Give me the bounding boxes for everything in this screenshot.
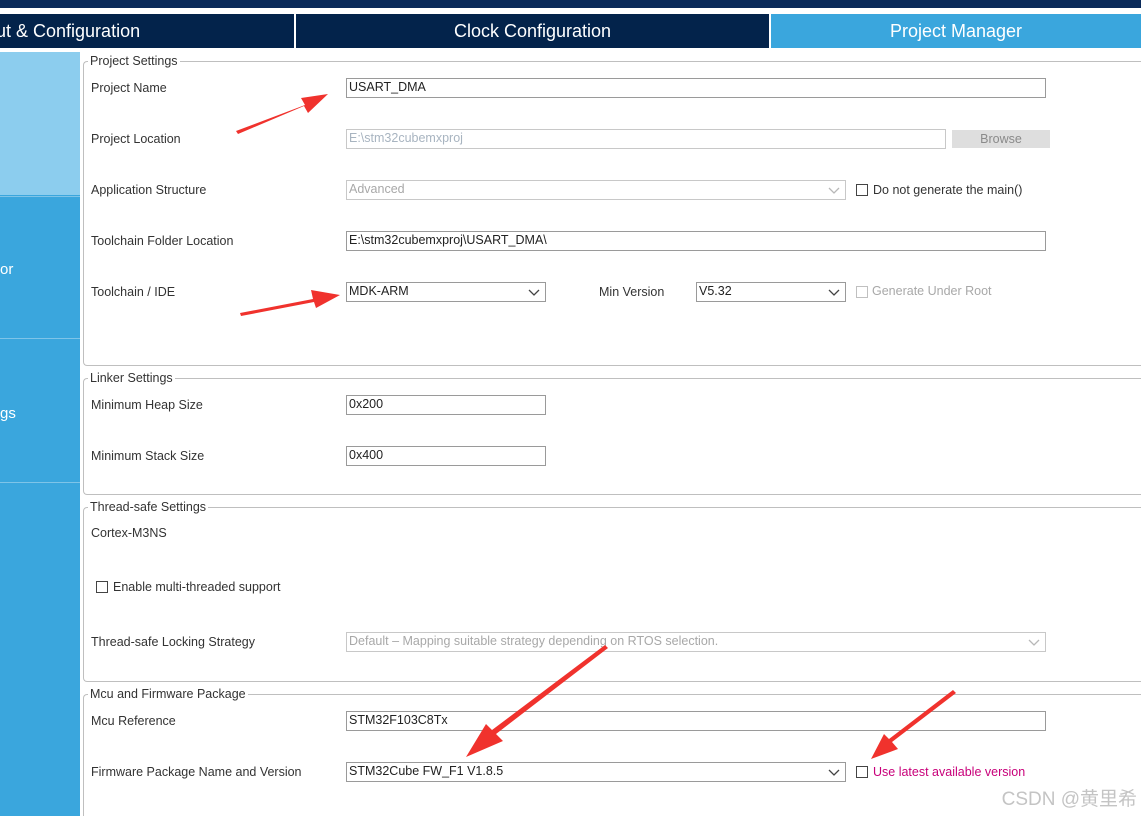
min-version-select[interactable]: V5.32 — [696, 282, 846, 302]
application-structure-value: Advanced — [349, 182, 405, 196]
chevron-down-icon — [828, 769, 840, 776]
mcu-firmware-legend: Mcu and Firmware Package — [90, 687, 246, 701]
sidebar-item-code-generator[interactable]: or — [0, 196, 80, 337]
application-structure-label: Application Structure — [91, 183, 207, 197]
toolchain-ide-select[interactable]: MDK-ARM — [346, 282, 546, 302]
sidebar-item-label: gs — [0, 405, 16, 422]
firmware-package-value: STM32Cube FW_F1 V1.8.5 — [349, 764, 504, 778]
locking-strategy-select: Default – Mapping suitable strategy depe… — [346, 632, 1046, 652]
mcu-reference-label: Mcu Reference — [91, 714, 176, 728]
sidebar-item-advanced-settings[interactable]: gs — [0, 338, 80, 481]
toolchain-ide-label: Toolchain / IDE — [91, 285, 176, 299]
firmware-package-label: Firmware Package Name and Version — [91, 765, 302, 779]
project-settings-legend: Project Settings — [90, 54, 178, 68]
enable-multithread-checkbox[interactable] — [96, 581, 108, 593]
top-strip — [0, 0, 1141, 8]
tab-clock-configuration[interactable]: Clock Configuration — [296, 14, 769, 48]
min-version-label: Min Version — [599, 285, 665, 299]
toolchain-folder-input[interactable]: E:\stm32cubemxproj\USART_DMA\ — [346, 231, 1046, 251]
locking-strategy-label: Thread-safe Locking Strategy — [91, 635, 255, 649]
min-heap-size-input[interactable]: 0x200 — [346, 395, 546, 415]
enable-multithread-label: Enable multi-threaded support — [113, 580, 281, 594]
linker-settings-group: Linker Settings — [83, 371, 1141, 495]
project-name-input[interactable]: USART_DMA — [346, 78, 1046, 98]
sidebar: or gs — [0, 52, 80, 816]
chevron-down-icon — [828, 289, 840, 296]
sidebar-item-empty — [0, 482, 80, 816]
generate-under-root-label: Generate Under Root — [872, 284, 992, 298]
toolchain-ide-value: MDK-ARM — [349, 284, 409, 298]
min-stack-size-label: Minimum Stack Size — [91, 449, 205, 463]
project-location-label: Project Location — [91, 132, 181, 146]
tab-project-manager[interactable]: Project Manager — [771, 14, 1141, 48]
mcu-firmware-group: Mcu and Firmware Package — [83, 687, 1141, 816]
sidebar-item-label: or — [0, 261, 14, 278]
tab-clock-label: Clock Configuration — [453, 20, 612, 41]
toolchain-folder-label: Toolchain Folder Location — [91, 234, 234, 248]
project-location-input: E:\stm32cubemxproj — [346, 129, 946, 149]
application-structure-select: Advanced — [346, 180, 846, 200]
core-label: Cortex-M3NS — [91, 526, 167, 540]
top-tab-bar: ut & Configuration Clock Configuration P… — [0, 0, 1141, 48]
sidebar-item-project[interactable] — [0, 52, 80, 195]
chevron-down-icon — [828, 187, 840, 194]
use-latest-version-label: Use latest available version — [873, 765, 1026, 779]
browse-button: Browse — [952, 130, 1050, 148]
locking-strategy-value: Default – Mapping suitable strategy depe… — [349, 634, 719, 648]
min-version-value: V5.32 — [699, 284, 732, 298]
linker-settings-legend: Linker Settings — [90, 371, 173, 385]
generate-under-root-checkbox — [856, 286, 868, 298]
tab-pinout-label: ut & Configuration — [0, 20, 141, 41]
tab-pinout-configuration[interactable]: ut & Configuration — [0, 14, 294, 48]
thread-safe-settings-legend: Thread-safe Settings — [90, 500, 207, 514]
chevron-down-icon — [528, 289, 540, 296]
tab-project-manager-label: Project Manager — [889, 20, 1023, 41]
watermark: CSDN @黄里希 — [1001, 789, 1137, 810]
project-name-label: Project Name — [91, 81, 167, 95]
do-not-generate-main-checkbox[interactable] — [856, 184, 868, 196]
project-manager-panel: Project Settings Linker Settings Thread-… — [80, 52, 1141, 816]
chevron-down-icon — [1028, 639, 1040, 646]
project-settings-group: Project Settings — [83, 54, 1141, 366]
min-heap-size-label: Minimum Heap Size — [91, 398, 203, 412]
do-not-generate-main-label: Do not generate the main() — [873, 183, 1023, 197]
firmware-package-select[interactable]: STM32Cube FW_F1 V1.8.5 — [346, 762, 846, 782]
min-stack-size-input[interactable]: 0x400 — [346, 446, 546, 466]
use-latest-version-checkbox[interactable] — [856, 766, 868, 778]
mcu-reference-input: STM32F103C8Tx — [346, 711, 1046, 731]
